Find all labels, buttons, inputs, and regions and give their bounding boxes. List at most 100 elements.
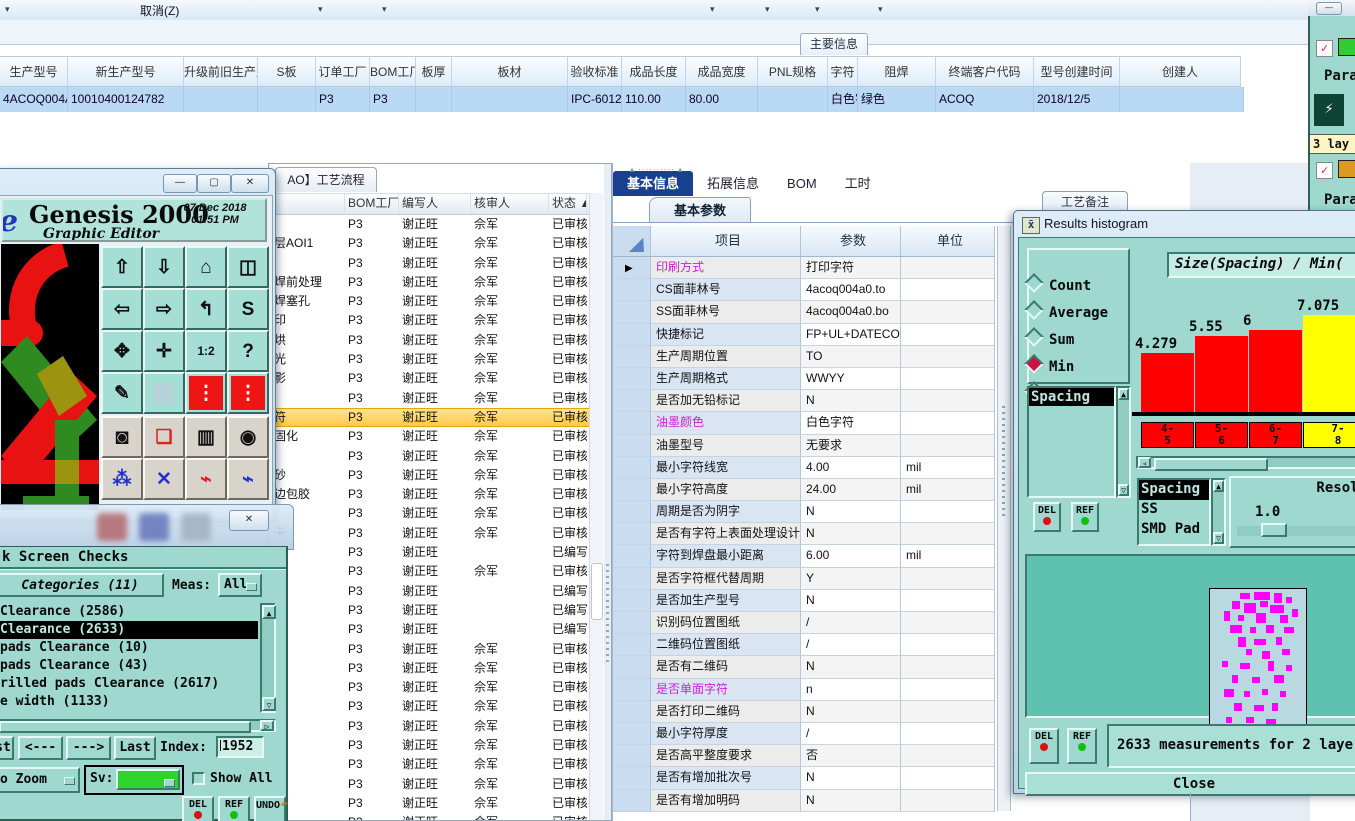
pan-right-icon[interactable]: ⇨ — [143, 288, 185, 330]
prev-button[interactable]: <--- — [18, 736, 63, 760]
table-row[interactable]: P3 谢正旺 佘军 已审核 — [271, 215, 589, 234]
horizontal-scrollbar[interactable]: ▷ — [0, 719, 276, 733]
list-item[interactable]: SS — [1139, 500, 1209, 520]
table-row[interactable]: P3 谢正旺 佘军 已审核 — [271, 717, 589, 736]
row-selector[interactable] — [613, 478, 651, 502]
cell-value[interactable]: N — [801, 523, 901, 546]
table-row[interactable]: 试 P3 谢正旺 已编写 — [271, 582, 589, 601]
row-selector[interactable] — [613, 545, 651, 568]
stat-radio-option[interactable]: Count — [1024, 273, 1091, 296]
table-row[interactable]: P3 谢正旺 佘军 已审核 — [271, 755, 589, 774]
stat-radio-option[interactable]: Average — [1024, 300, 1108, 323]
cell-value[interactable]: FP+UL+DATECODE — [801, 323, 901, 346]
row-selector[interactable] — [613, 700, 651, 723]
zoom-in-icon[interactable]: ⇧ — [101, 246, 143, 288]
help-icon[interactable]: ? — [227, 330, 269, 372]
table-row[interactable]: 砂 P3 谢正旺 佘军 已审核 — [271, 466, 589, 485]
table-row[interactable]: P3 谢正旺 佘军 已审核 — [271, 736, 589, 755]
column-header[interactable]: 升级前旧生产型号 — [184, 56, 258, 87]
vertical-scrollbar[interactable]: ▲ ▽ — [1211, 478, 1226, 546]
row-selector[interactable] — [613, 589, 651, 612]
ref-button[interactable]: REF — [218, 796, 250, 821]
column-header[interactable]: 订单工厂 — [316, 56, 370, 87]
cell-value[interactable]: 否 — [801, 745, 901, 768]
previous-view-icon[interactable]: ↰ — [185, 288, 227, 330]
scroll-up-icon[interactable]: ▲ — [1118, 388, 1129, 400]
list-item[interactable]: pads Clearance (10) — [0, 639, 258, 657]
table-row[interactable]: 是否有增加批次号 N — [613, 767, 995, 790]
scroll-right-icon[interactable]: ▷ — [260, 720, 274, 731]
last-button[interactable]: Last — [114, 736, 156, 760]
table-row[interactable]: SS面菲林号 4acoq004a0.bo — [613, 301, 995, 324]
column-header[interactable]: PNL规格 — [758, 56, 828, 87]
menu-item-cancel[interactable]: 取消(Z) — [140, 2, 179, 19]
measure-ruler-icon[interactable]: ▥ — [185, 416, 227, 458]
row-selector[interactable] — [613, 345, 651, 368]
table-row[interactable]: 是否加无铅标记 N — [613, 390, 995, 413]
column-header-unit[interactable]: 单位 — [901, 226, 995, 256]
table-row[interactable]: 固化 P3 谢正旺 佘军 已审核 — [271, 427, 589, 446]
cell-value[interactable]: 24.00 — [801, 478, 901, 502]
table-row[interactable]: P3 谢正旺 佘军 已审核 — [271, 775, 589, 794]
del-button[interactable]: DEL — [182, 796, 214, 821]
table-row[interactable]: 是否字符框代替周期 Y — [613, 567, 995, 590]
transform-shape-icon[interactable]: ❏ — [143, 416, 185, 458]
table-row[interactable]: 是否打印二维码 N — [613, 700, 995, 723]
cell-value[interactable]: 4acoq004a0.to — [801, 279, 901, 302]
table-row[interactable]: 油墨颜色 白色字符 — [613, 412, 995, 435]
del-button[interactable]: DEL — [1029, 728, 1059, 764]
table-row[interactable]: 试 P3 谢正旺 佘军 已审核 — [271, 562, 589, 581]
table-row[interactable]: 字符到焊盘最小距离 6.00 mil — [613, 545, 995, 568]
net-points-icon[interactable]: ⁂ — [101, 458, 143, 500]
cell-value[interactable]: WWYY — [801, 367, 901, 391]
radio-diamond-icon[interactable] — [1024, 273, 1044, 293]
orange-color-swatch[interactable] — [1338, 160, 1355, 178]
cell-value[interactable]: 无要求 — [801, 434, 901, 457]
list-item[interactable]: Spacing — [1139, 480, 1209, 500]
column-header-step[interactable] — [271, 194, 345, 214]
vertical-scrollbar[interactable]: ▲ ▽ — [1116, 386, 1131, 498]
zoom-out-icon[interactable]: ⇩ — [143, 246, 185, 288]
table-row[interactable]: 光 P3 谢正旺 佘军 已审核 — [271, 350, 589, 369]
scale-1-2-icon[interactable]: 1:2 — [185, 330, 227, 372]
table-row[interactable]: P3 谢正旺 佘军 已审核 — [271, 794, 589, 813]
splitter-handle[interactable] — [997, 226, 1011, 811]
table-row[interactable]: 符 P3 谢正旺 佘军 已审核 — [271, 407, 589, 428]
column-header-value[interactable]: 参数 — [801, 226, 901, 256]
cell-value[interactable]: N — [801, 589, 901, 612]
table-row[interactable]: 印 P3 谢正旺 佘军 已审核 — [271, 311, 589, 330]
column-header-status[interactable]: 状态 ▲ — [549, 194, 587, 214]
maximize-button[interactable]: ▢ — [197, 174, 231, 193]
table-row[interactable]: 印刷方式 打印字符 — [613, 257, 995, 280]
column-header-writer[interactable]: 编写人 — [399, 194, 471, 214]
tab[interactable]: 基本信息 — [613, 171, 694, 196]
table-row[interactable]: 是否加生产型号 N — [613, 589, 995, 612]
layer-stack-red-2-icon[interactable]: ⋮ — [227, 372, 269, 414]
column-header[interactable]: 生产型号 — [0, 56, 68, 87]
cell-value[interactable]: Y — [801, 567, 901, 590]
close-button[interactable]: ✕ — [229, 510, 269, 531]
scroll-up-icon[interactable]: ▲ — [1213, 480, 1224, 492]
list-item[interactable]: e width (1133) — [0, 693, 258, 711]
column-header[interactable]: 验收标准 — [568, 56, 622, 87]
copy-select-icon[interactable]: ◙ — [101, 416, 143, 458]
vertical-scrollbar[interactable] — [589, 193, 603, 820]
table-row[interactable]: 烘 P3 谢正旺 佘军 已审核 — [271, 331, 589, 350]
tab[interactable]: 拓展信息 — [693, 171, 773, 196]
grid-icon[interactable]: ▦ — [143, 372, 185, 414]
ref-button[interactable]: REF — [1071, 502, 1099, 532]
stat-radio-option[interactable]: Sum — [1024, 327, 1074, 350]
model-info-value-row[interactable]: 4ACOQ004A010010400124782 P3P3 IPC-6012 Ⅱ级1… — [0, 87, 1355, 112]
row-selector[interactable] — [613, 523, 651, 546]
slider-thumb[interactable] — [1261, 523, 1287, 537]
list-item[interactable]: rilled pads Clearance (2617) — [0, 675, 258, 693]
table-row[interactable]: 最小字符厚度 / — [613, 722, 995, 746]
scroll-left-icon[interactable]: ◃ — [1138, 457, 1151, 468]
table-row[interactable]: 生产周期格式 WWYY — [613, 367, 995, 391]
scrollbar-thumb[interactable] — [0, 721, 251, 733]
row-selector[interactable] — [613, 722, 651, 746]
ref-button[interactable]: REF — [1067, 728, 1097, 764]
row-selector[interactable] — [613, 678, 651, 701]
tab[interactable]: 工时 — [831, 171, 885, 196]
cell-value[interactable]: 4.00 — [801, 456, 901, 479]
